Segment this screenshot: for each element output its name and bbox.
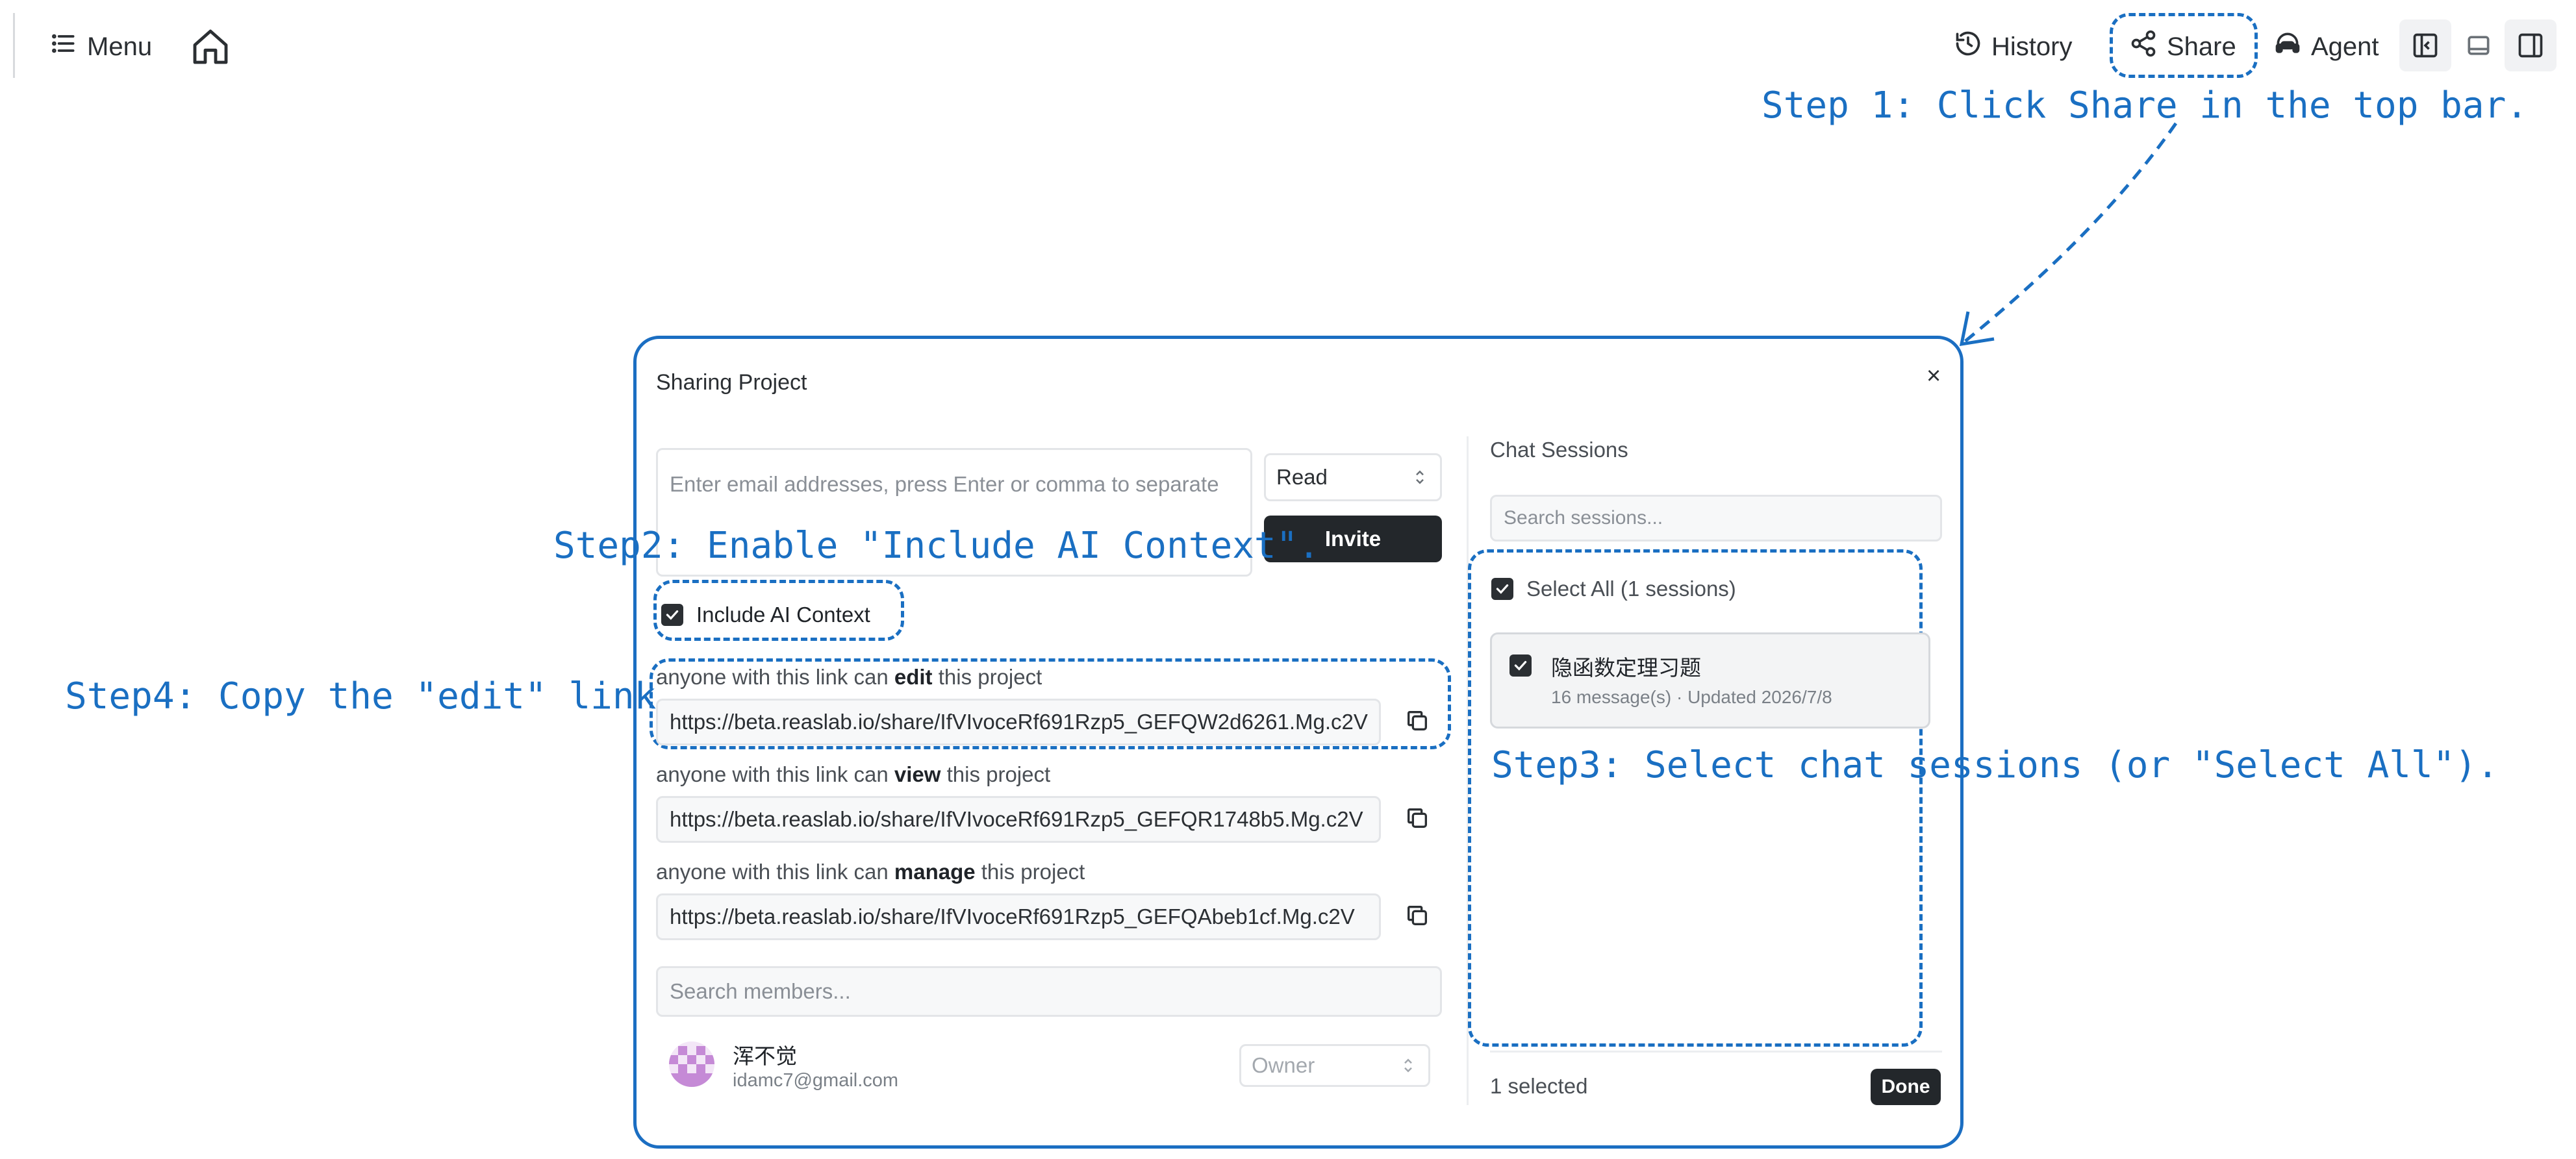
copy-icon[interactable] [1404, 805, 1430, 834]
email-placeholder: Enter email addresses, press Enter or co… [670, 472, 1219, 496]
share-highlight [2110, 13, 2258, 78]
toggle-bottom-panel-button[interactable] [2453, 19, 2505, 71]
step2-annotation: Step2: Enable "Include AI Context". [553, 525, 1320, 567]
agent-label: Agent [2311, 32, 2379, 61]
checkbox-checked-icon [661, 604, 683, 626]
step3-annotation: Step3: Select chat sessions (or "Select … [1491, 744, 2499, 786]
dialog-title: Sharing Project [656, 370, 807, 395]
agent-button[interactable]: Agent [2273, 29, 2379, 65]
panel-bottom-icon [2468, 36, 2490, 55]
chevron-updown-icon [1416, 470, 1424, 484]
search-sessions-input[interactable]: Search sessions... [1490, 495, 1942, 542]
member-name: 浑不觉 [733, 1044, 797, 1068]
edit-link-field[interactable]: https://beta.reaslab.io/share/IfVIvoceRf… [656, 699, 1381, 745]
toggle-left-panel-button[interactable] [2399, 19, 2451, 71]
permission-select-value: Read [1276, 465, 1328, 489]
search-members-input[interactable]: Search members... [656, 966, 1442, 1017]
permission-select[interactable]: Read [1264, 453, 1442, 501]
view-link-field[interactable]: https://beta.reaslab.io/share/IfVIvoceRf… [656, 796, 1381, 843]
selected-count: 1 selected [1490, 1074, 1588, 1098]
avatar [669, 1041, 714, 1087]
history-icon [1954, 29, 1982, 64]
select-all-label: Select All (1 sessions) [1526, 577, 1736, 601]
edit-link-label: anyone with this link can edit this proj… [656, 665, 1042, 689]
edit-link-url: https://beta.reaslab.io/share/IfVIvoceRf… [670, 710, 1368, 734]
home-icon [193, 29, 228, 64]
panel-left-icon [2413, 33, 2438, 58]
manage-link-url: https://beta.reaslab.io/share/IfVIvoceRf… [670, 904, 1355, 928]
include-ai-context-label: Include AI Context [696, 603, 870, 627]
list-icon [49, 29, 78, 64]
manage-link-field[interactable]: https://beta.reaslab.io/share/IfVIvoceRf… [656, 893, 1381, 940]
toggle-right-panel-button[interactable] [2505, 19, 2557, 71]
session-checkbox[interactable] [1509, 654, 1532, 677]
topbar-divider [13, 13, 15, 78]
step1-arrow-icon [1959, 122, 2178, 347]
done-button[interactable]: Done [1871, 1069, 1941, 1105]
chat-sessions-highlight [1468, 549, 1923, 1047]
step4-annotation: Step4: Copy the "edit" link. [65, 675, 679, 717]
search-sessions-placeholder: Search sessions... [1504, 507, 1663, 529]
menu-label: Menu [87, 32, 153, 61]
member-email: idamc7@gmail.com [733, 1070, 899, 1091]
session-title: 隐函数定理习题 [1551, 656, 1701, 680]
chevron-updown-icon [1404, 1058, 1412, 1073]
search-members-placeholder: Search members... [670, 979, 851, 1003]
history-label: History [1991, 32, 2073, 61]
copy-icon[interactable] [1404, 708, 1430, 737]
include-ai-context-checkbox[interactable]: Include AI Context [661, 603, 870, 627]
view-link-url: https://beta.reaslab.io/share/IfVIvoceRf… [670, 807, 1363, 831]
checkbox-checked-icon [1491, 578, 1513, 600]
chat-sessions-title: Chat Sessions [1490, 438, 1628, 462]
member-role-value: Owner [1252, 1053, 1315, 1077]
view-link-label: anyone with this link can view this proj… [656, 762, 1051, 786]
copy-icon[interactable] [1404, 903, 1430, 932]
footer-divider [1490, 1051, 1942, 1053]
select-all-checkbox[interactable]: Select All (1 sessions) [1491, 577, 1736, 601]
checkbox-checked-icon [1514, 660, 1527, 671]
manage-link-label: anyone with this link can manage this pr… [656, 860, 1085, 884]
member-role-select: Owner [1239, 1044, 1430, 1087]
panel-right-icon [2518, 33, 2543, 58]
history-button[interactable]: History [1954, 29, 2072, 65]
menu-button[interactable]: Menu [49, 29, 152, 65]
session-meta: 16 message(s) · Updated 2026/7/8 [1551, 687, 1832, 707]
home-button[interactable] [190, 26, 231, 68]
close-icon[interactable]: × [1926, 362, 1941, 390]
headset-icon [2273, 29, 2302, 64]
